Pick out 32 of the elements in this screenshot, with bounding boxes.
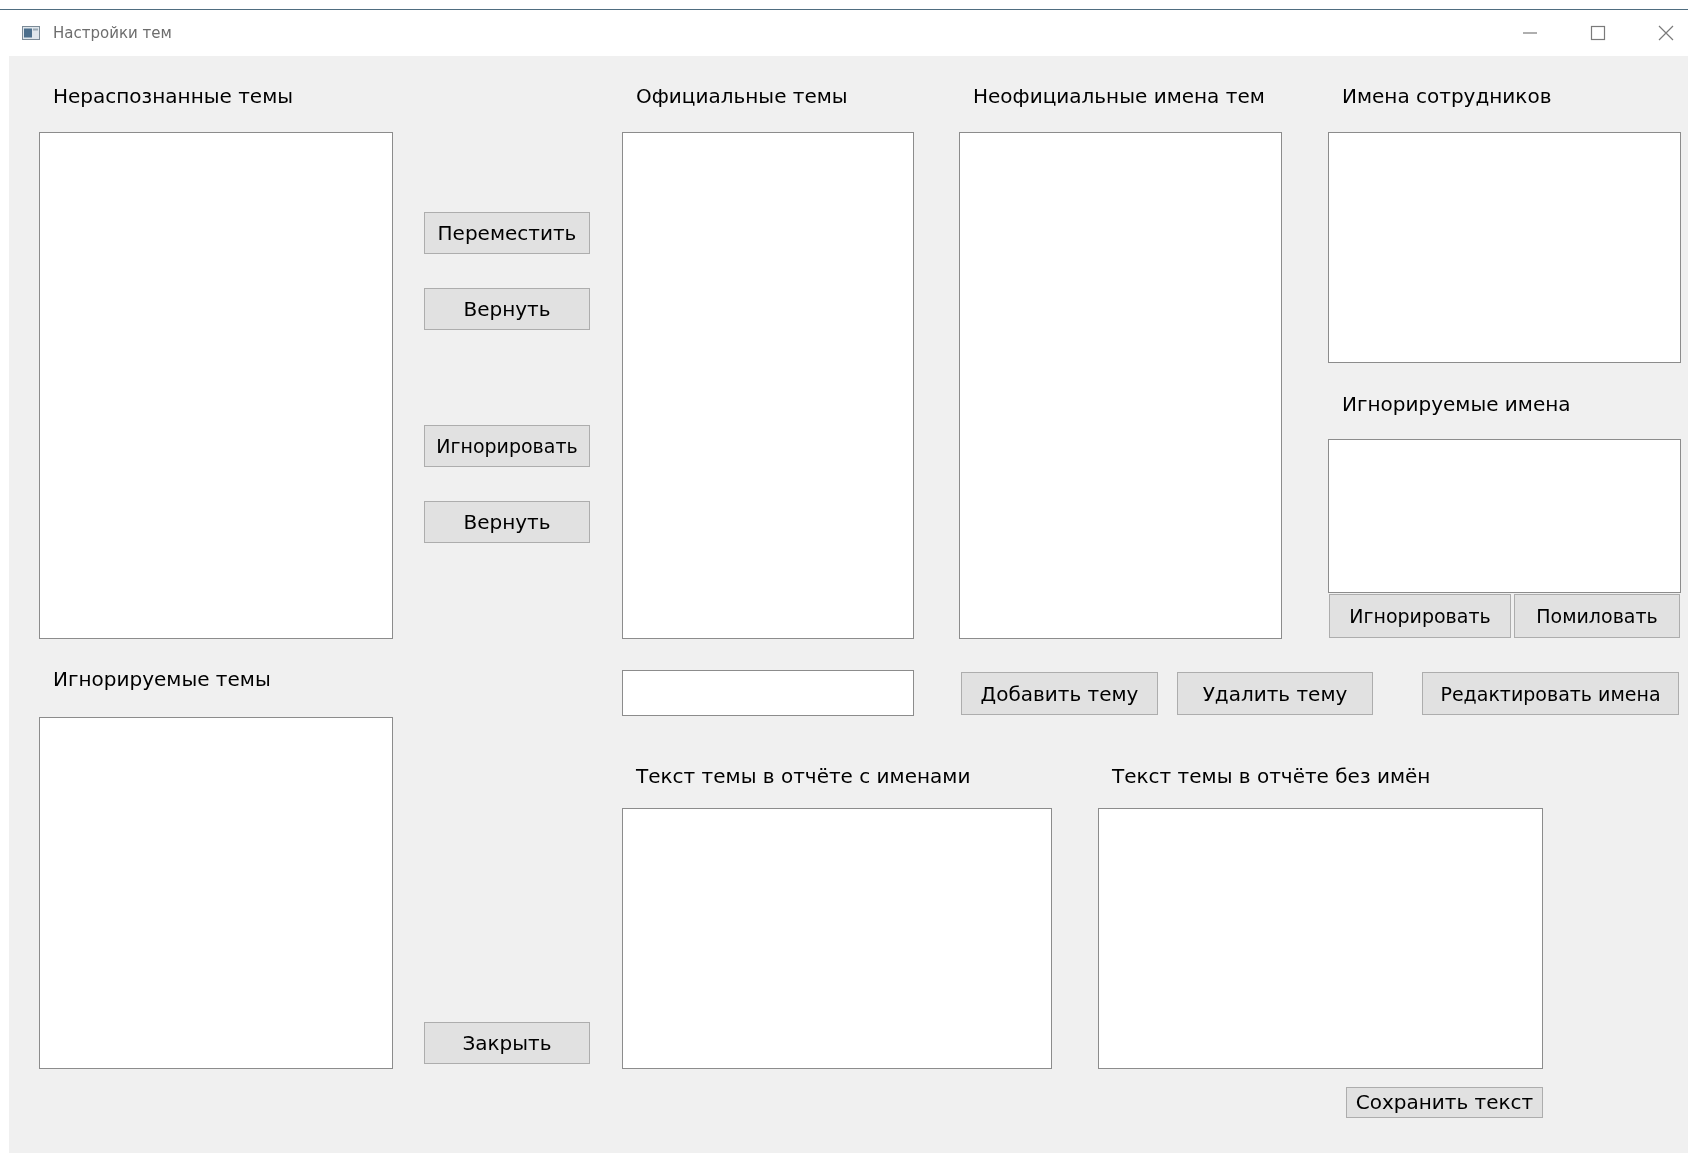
list-box[interactable] [959,132,1282,639]
section-label: Текст темы в отчёте без имён [1111,763,1431,790]
section-label: Официальные темы [635,83,848,110]
section-label: Игнорируемые имена [1341,391,1571,418]
section-label: Неофициальные имена тем [972,83,1265,110]
text-field[interactable] [622,670,914,716]
list-box[interactable] [39,132,393,639]
list-box[interactable] [1328,132,1681,363]
list-box[interactable] [39,717,393,1069]
list-box[interactable] [1328,439,1681,593]
close-icon[interactable] [1658,25,1674,41]
window-title: Настройки тем [53,24,172,42]
button[interactable]: Помиловать [1514,594,1680,638]
button[interactable]: Вернуть [424,288,590,330]
button[interactable]: Удалить тему [1177,672,1373,715]
button[interactable]: Добавить тему [961,672,1158,715]
section-label: Игнорируемые темы [52,666,271,693]
section-label: Имена сотрудников [1341,83,1552,110]
button[interactable]: Игнорировать [424,425,590,467]
section-label: Нераспознанные темы [52,83,293,110]
text-area[interactable] [622,808,1052,1069]
section-label: Текст темы в отчёте с именами [635,763,971,790]
text-area[interactable] [1098,808,1543,1069]
button[interactable]: Редактировать имена [1422,672,1679,715]
app-icon [22,26,40,40]
button[interactable]: Игнорировать [1329,594,1511,638]
list-box[interactable] [622,132,914,639]
button[interactable]: Переместить [424,212,590,254]
button[interactable]: Сохранить текст [1346,1087,1543,1118]
button[interactable]: Закрыть [424,1022,590,1064]
maximize-icon[interactable] [1590,25,1606,41]
button[interactable]: Вернуть [424,501,590,543]
